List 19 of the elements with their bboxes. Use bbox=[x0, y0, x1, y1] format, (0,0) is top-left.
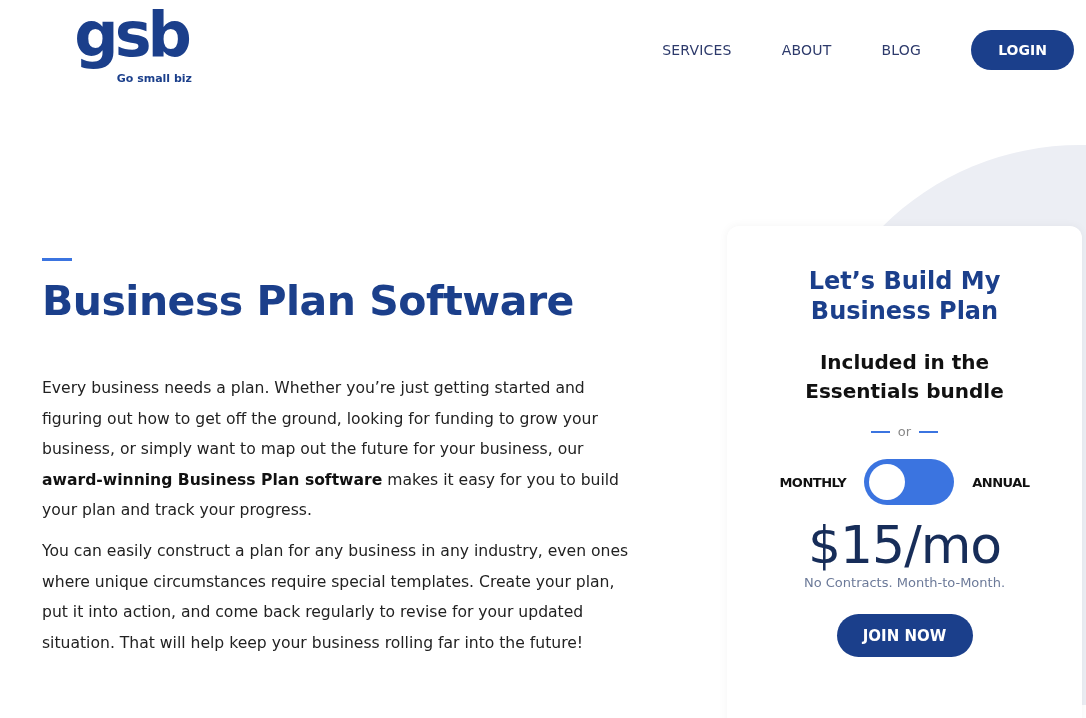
accent-line bbox=[42, 258, 72, 261]
nav-link[interactable]: BLOG bbox=[881, 42, 921, 58]
join-button[interactable]: JOIN NOW bbox=[836, 614, 973, 657]
card-subtitle: Included in the Essentials bundle bbox=[804, 349, 1005, 405]
logo-mark[interactable]: gsb bbox=[74, 0, 192, 72]
nav-link[interactable]: SERVICES bbox=[662, 42, 732, 58]
billing-toggle[interactable] bbox=[864, 459, 955, 505]
nav-link[interactable]: ABOUT bbox=[781, 42, 832, 58]
paragraph: You can easily construct a plan for any business in any industry, even ones where unique circumstances require special templates. Create your plan, put it into action, and come back regularly to revise for your updated situation. That will help keep your business rolling far into the future! bbox=[42, 540, 630, 654]
divider-text: or bbox=[897, 424, 912, 439]
toggle-label: ANNUAL bbox=[972, 474, 1030, 490]
logo-tagline: Go small biz bbox=[116, 72, 192, 85]
card-title: Let’s Build My Business Plan bbox=[807, 266, 1002, 326]
paragraph: Every business needs a plan. Whether you’re just getting started and figuring out how to get off the ground, looking for funding to grow your business, or simply want to map out the future for your business, our award-winning Business Plan software makes it easy for you to build your plan and track your progress. bbox=[42, 378, 620, 522]
page-title: Business Plan Software bbox=[42, 277, 575, 325]
toggle-label: MONTHLY bbox=[779, 474, 847, 490]
price-note: No Contracts. Month-to-Month. bbox=[803, 575, 1006, 590]
login-button[interactable]: LOGIN bbox=[971, 30, 1074, 70]
price: $15/mo bbox=[807, 515, 1002, 575]
